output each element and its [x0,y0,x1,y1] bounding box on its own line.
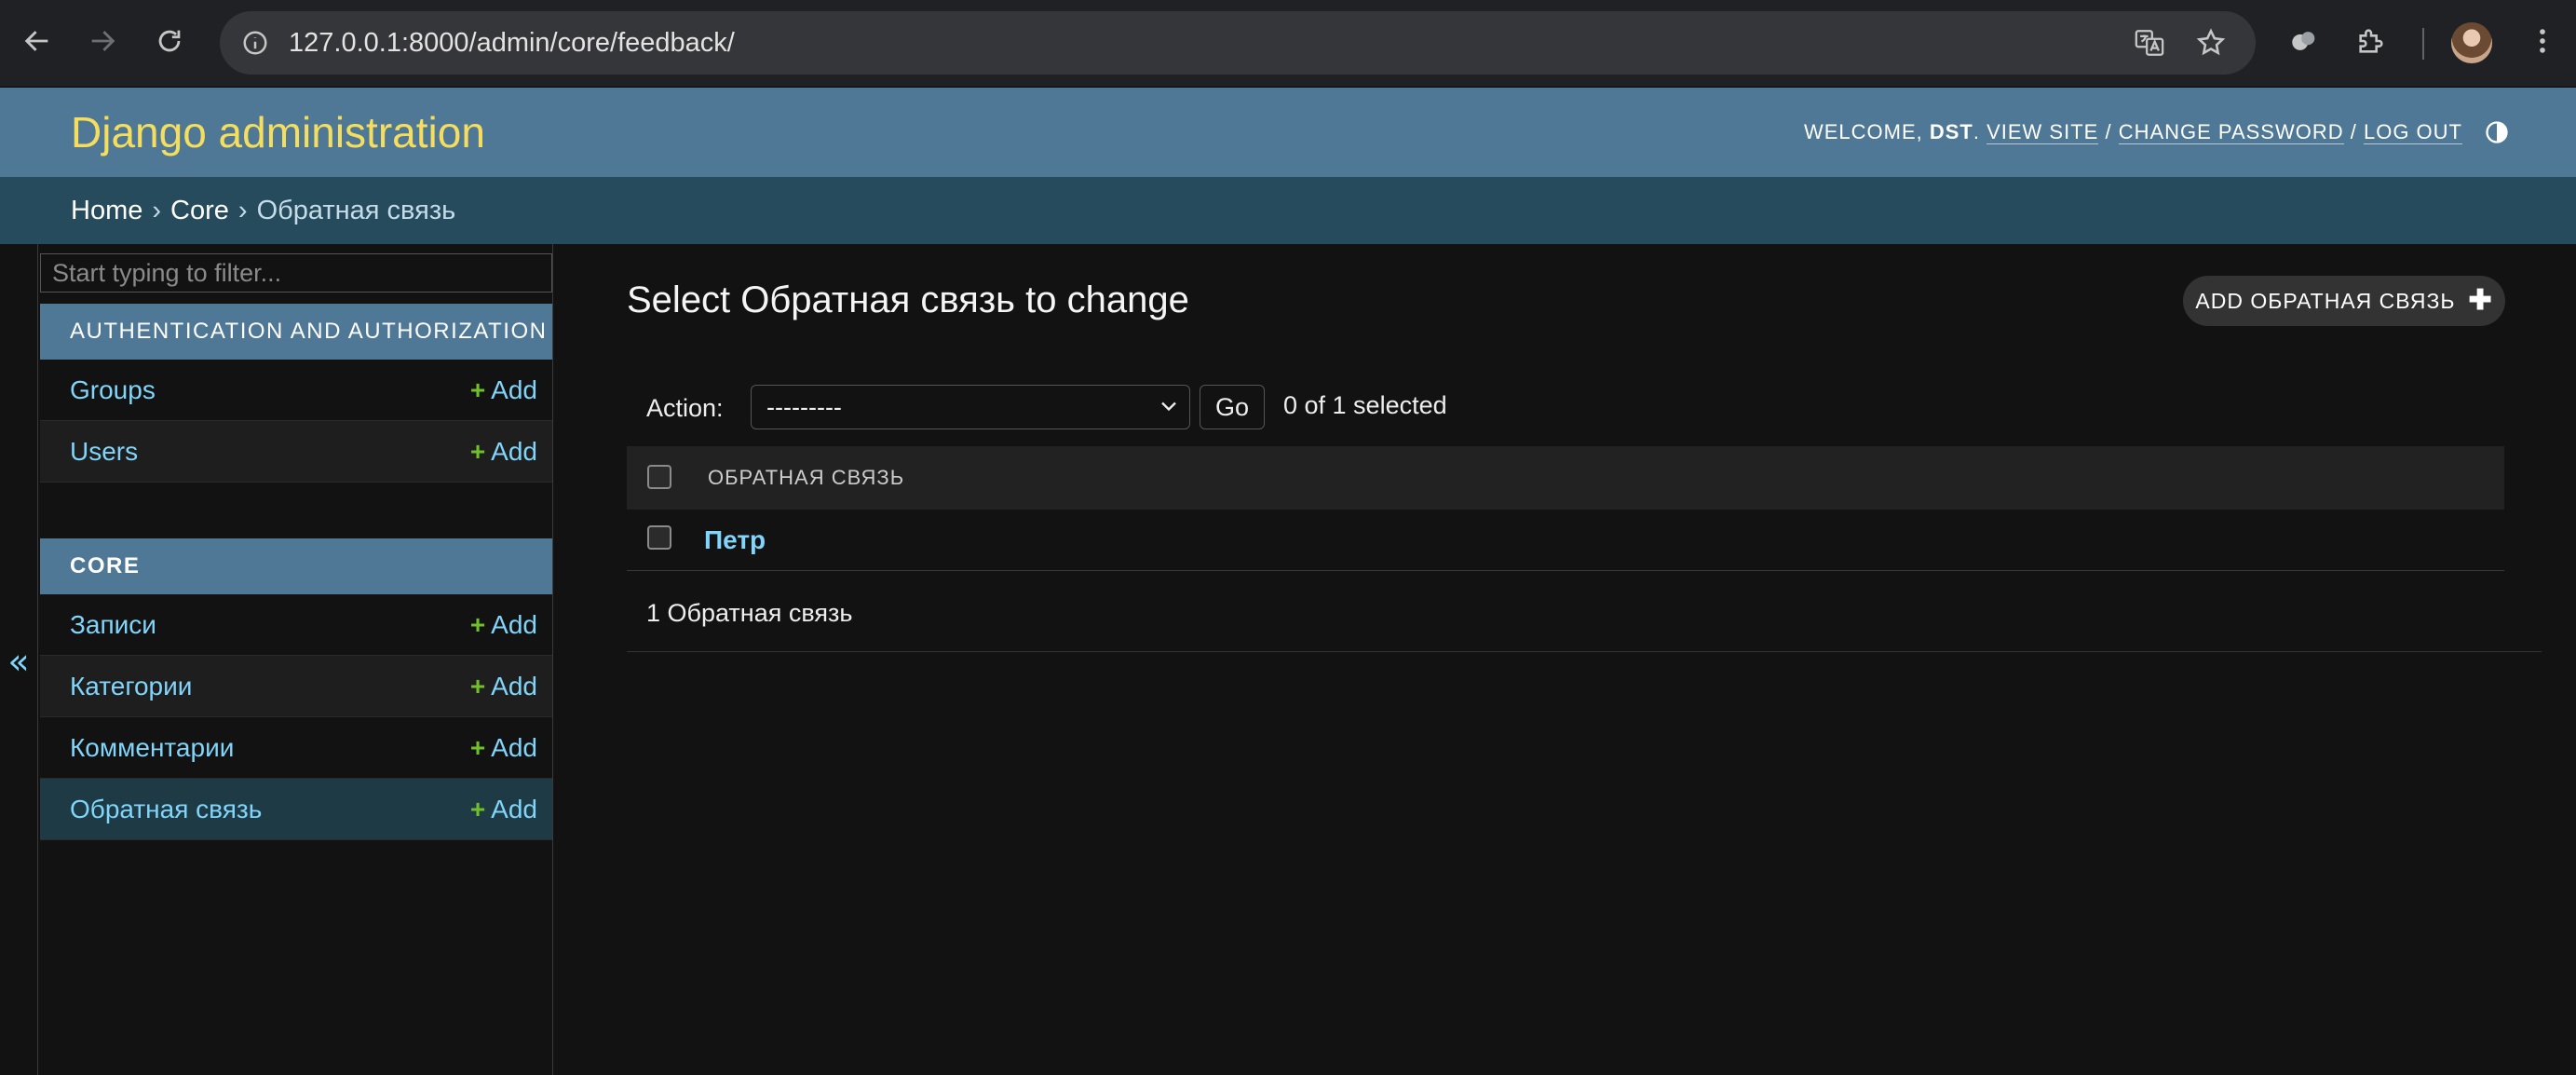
model-link-groups[interactable]: Groups [70,360,156,421]
admin-header: Django administration WELCOME, DST. VIEW… [0,88,2576,177]
nav-sidebar: Authentication and Authorization Groups … [37,244,553,1075]
add-label: Add [491,610,537,639]
toolbar-divider [2422,28,2424,60]
breadcrumb-current: Обратная связь [256,196,456,225]
breadcrumb: Home › Core › Обратная связь [0,177,2576,244]
breadcrumb-app[interactable]: Core [170,196,229,225]
sidebar-item-feedback: Обратная связь + Add [40,779,552,840]
table-row: Петр [627,510,2504,571]
browser-toolbar: 127.0.0.1:8000/admin/core/feedback/ [0,0,2576,88]
url-text[interactable]: 127.0.0.1:8000/admin/core/feedback/ [289,11,735,75]
row-select-checkbox[interactable] [647,525,671,550]
username: DST [1929,120,1973,143]
forward-icon[interactable] [80,19,125,63]
model-link-kategorii[interactable]: Категории [70,656,192,717]
model-link-users[interactable]: Users [70,421,138,483]
breadcrumb-separator: › [152,196,162,225]
select-all-checkbox[interactable] [647,465,671,489]
extensions-icon[interactable] [2349,19,2393,63]
sidebar-item-kategorii: Категории + Add [40,656,552,717]
chevron-down-icon [1161,401,1176,412]
paginator: 1 Обратная связь [627,572,2542,652]
add-plus-icon: + [469,610,486,639]
breadcrumb-home[interactable]: Home [71,196,142,225]
sidebar-item-kommentarii: Комментарии + Add [40,717,552,779]
sidebar-item-groups: Groups + Add [40,360,552,421]
add-feedback-link[interactable]: + Add [470,779,537,840]
action-select[interactable]: --------- [751,385,1190,429]
action-label: Action: [646,394,724,422]
address-bar[interactable]: 127.0.0.1:8000/admin/core/feedback/ [220,11,2256,75]
add-plus-icon: + [469,672,486,701]
add-feedback-button[interactable]: ADD ОБРАТНАЯ СВЯЗЬ ✚ [2183,276,2505,326]
model-link-kommentarii[interactable]: Комментарии [70,717,234,779]
nav-filter-input[interactable] [40,253,552,293]
site-branding[interactable]: Django administration [71,88,485,177]
page-title: Select Обратная связь to change [627,279,1189,320]
add-plus-icon: + [469,437,486,466]
add-label: Add [491,795,537,823]
add-label: Add [491,375,537,404]
add-label: Add [491,437,537,466]
breadcrumb-separator: › [237,196,248,225]
column-header-feedback[interactable]: ОБРАТНАЯ СВЯЗЬ [708,446,904,510]
add-groups-link[interactable]: + Add [470,360,537,421]
add-kommentarii-link[interactable]: + Add [470,717,537,779]
reload-icon[interactable] [147,19,192,63]
change-password-link[interactable]: CHANGE PASSWORD [2118,120,2344,144]
result-count: 1 Обратная связь [646,599,853,627]
results-table-header: ОБРАТНАЯ СВЯЗЬ [627,446,2504,510]
add-button-label: ADD ОБРАТНАЯ СВЯЗЬ [2195,288,2456,313]
add-users-link[interactable]: + Add [470,421,537,483]
sidebar-toggle-button[interactable]: « [6,643,32,680]
add-label: Add [491,672,537,701]
site-info-icon[interactable] [237,24,274,61]
sidebar-item-users: Users + Add [40,421,552,483]
log-out-link[interactable]: LOG OUT [2363,120,2462,144]
add-plus-icon: + [469,733,486,762]
selection-counter: 0 of 1 selected [1283,391,1447,419]
welcome-text: WELCOME, [1803,120,1923,143]
add-kategorii-link[interactable]: + Add [470,656,537,717]
module-caption-core[interactable]: Core [40,538,552,594]
plus-icon: ✚ [2468,285,2493,316]
add-plus-icon: + [469,795,486,823]
more-menu-icon[interactable] [2520,19,2565,63]
user-tools: WELCOME, DST. VIEW SITE / CHANGE PASSWOR… [1803,120,2462,144]
theme-toggle-icon[interactable] [2483,118,2511,146]
extension-puzzle-icon[interactable] [2282,19,2326,63]
row-link[interactable]: Петр [704,510,766,571]
model-link-feedback[interactable]: Обратная связь [70,779,262,840]
add-plus-icon: + [469,375,486,404]
view-site-link[interactable]: VIEW SITE [1986,120,2099,144]
model-link-zapisi[interactable]: Записи [70,594,156,656]
translate-icon[interactable] [2131,24,2168,61]
go-button[interactable]: Go [1200,385,1265,429]
add-zapisi-link[interactable]: + Add [470,594,537,656]
module-caption-auth[interactable]: Authentication and Authorization [40,304,552,360]
add-label: Add [491,733,537,762]
sidebar-item-zapisi: Записи + Add [40,594,552,656]
profile-avatar[interactable] [2451,22,2492,63]
back-icon[interactable] [15,19,60,63]
action-selected-option: --------- [766,393,842,421]
bookmark-star-icon[interactable] [2192,24,2230,61]
